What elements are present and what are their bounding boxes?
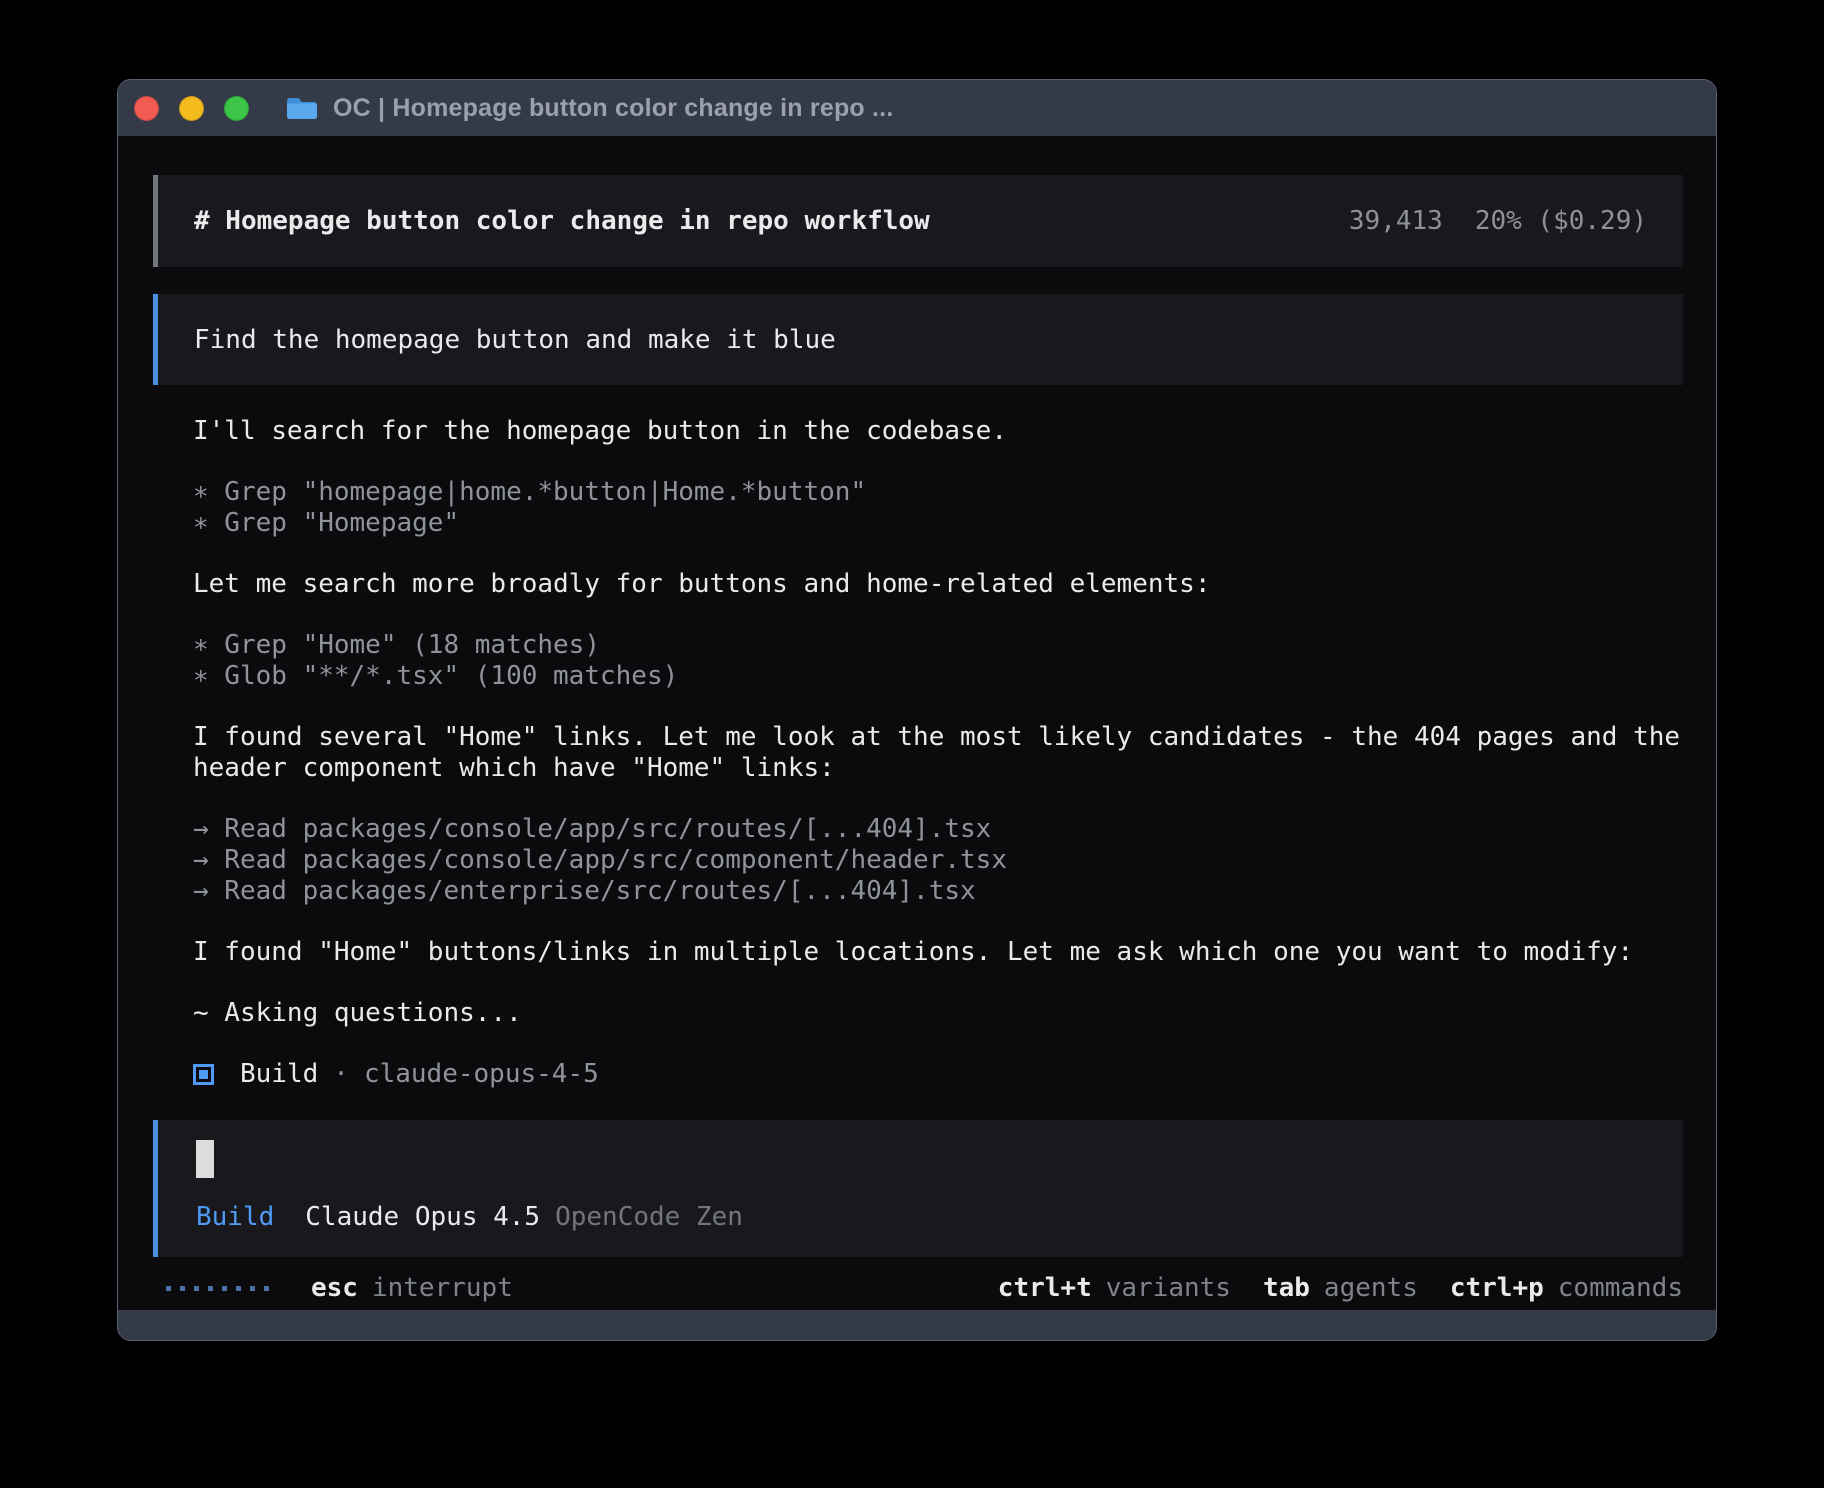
agent-separator: · [333,1059,349,1090]
status-right: ctrl+t variants tab agents ctrl+p commands [998,1273,1683,1304]
close-button[interactable] [134,96,159,121]
assistant-text-line: I found several "Home" links. Let me loo… [193,722,1683,784]
zoom-button[interactable] [224,96,249,121]
traffic-lights [134,96,249,121]
tool-call-line: ∗ Grep "homepage|home.*button|Home.*butt… [193,477,1683,508]
spinner-dots [166,1286,269,1291]
shortcut-variants: ctrl+t variants [998,1273,1231,1304]
token-count: 39,413 [1349,206,1443,236]
titlebar: OC | Homepage button color change in rep… [118,80,1716,136]
text-cursor [196,1140,214,1178]
shortcut-commands: ctrl+p commands [1450,1273,1683,1304]
folder-icon [285,94,319,122]
agent-name: Build [240,1059,318,1090]
model-label: Claude Opus 4.5 [305,1202,540,1233]
prompt-input[interactable]: Build Claude Opus 4.5 OpenCode Zen [153,1120,1683,1257]
assistant-text: Let me search more broadly for buttons a… [193,569,1683,600]
tool-call-line: ∗ Grep "Homepage" [193,508,1683,539]
tool-call-group: ∗ Grep "homepage|home.*button|Home.*butt… [193,477,1683,539]
minimize-button[interactable] [179,96,204,121]
spinner-dot [194,1286,199,1291]
agent-model: claude-opus-4-5 [364,1059,599,1090]
agent-status-line: Build · claude-opus-4-5 [193,1059,1683,1090]
shortcut-key: tab [1263,1273,1310,1304]
window-bottom-strip [118,1310,1716,1340]
assistant-text: ~ Asking questions... [193,998,1683,1029]
title-group: OC | Homepage button color change in rep… [285,94,893,123]
shortcut-key: ctrl+t [998,1273,1092,1304]
tool-call-group: ∗ Grep "Home" (18 matches)∗ Glob "**/*.t… [193,630,1683,692]
agent-build-icon-inner [199,1070,208,1079]
assistant-text: I found several "Home" links. Let me loo… [193,722,1683,784]
assistant-text: I found "Home" buttons/links in multiple… [193,937,1683,968]
session-title: # Homepage button color change in repo w… [194,206,930,236]
tool-call-line: ∗ Glob "**/*.tsx" (100 matches) [193,661,1683,692]
status-bar: esc interrupt ctrl+tvariantstabagentsctr… [153,1273,1683,1304]
window-title: OC | Homepage button color change in rep… [333,94,893,123]
assistant-text-line: I found "Home" buttons/links in multiple… [193,937,1683,968]
context-cost: 20% ($0.29) [1475,206,1647,236]
interrupt-label: interrupt [372,1273,513,1304]
agent-mode-label: Build [196,1202,274,1233]
spinner-dot [222,1286,227,1291]
assistant-text-line: Let me search more broadly for buttons a… [193,569,1683,600]
agent-build-icon [193,1064,214,1085]
user-message: Find the homepage button and make it blu… [153,294,1683,385]
user-message-text: Find the homepage button and make it blu… [194,325,836,355]
assistant-text: I'll search for the homepage button in t… [193,416,1683,447]
shortcut-label: commands [1558,1273,1683,1304]
shortcut-label: variants [1106,1273,1231,1304]
status-left: esc interrupt [166,1273,513,1304]
terminal-content: # Homepage button color change in repo w… [118,136,1716,1310]
transcript: I'll search for the homepage button in t… [153,416,1683,1090]
session-stats: 39,413 20% ($0.29) [1349,206,1647,236]
shortcut-key: ctrl+p [1450,1273,1544,1304]
tool-call-line: → Read packages/enterprise/src/routes/[.… [193,876,1683,907]
tool-call-group: → Read packages/console/app/src/routes/[… [193,814,1683,907]
shortcut-agents: tab agents [1263,1273,1418,1304]
spinner-dot [236,1286,241,1291]
spinner-dot [166,1286,171,1291]
terminal-window: OC | Homepage button color change in rep… [117,79,1717,1341]
spinner-dot [208,1286,213,1291]
tool-call-line: → Read packages/console/app/src/componen… [193,845,1683,876]
session-header: # Homepage button color change in repo w… [153,175,1683,267]
spinner-dot [180,1286,185,1291]
provider-label: OpenCode Zen [555,1202,743,1233]
spinner-dot [264,1286,269,1291]
assistant-text-line: ~ Asking questions... [193,998,1683,1029]
assistant-text-line: I'll search for the homepage button in t… [193,416,1683,447]
shortcut-label: agents [1324,1273,1418,1304]
esc-key-hint: esc [311,1273,358,1304]
spinner-dot [250,1286,255,1291]
input-meta: Build Claude Opus 4.5 OpenCode Zen [196,1202,743,1233]
tool-call-line: ∗ Grep "Home" (18 matches) [193,630,1683,661]
tool-call-line: → Read packages/console/app/src/routes/[… [193,814,1683,845]
agent-status: Build · claude-opus-4-5 [193,1059,1683,1090]
